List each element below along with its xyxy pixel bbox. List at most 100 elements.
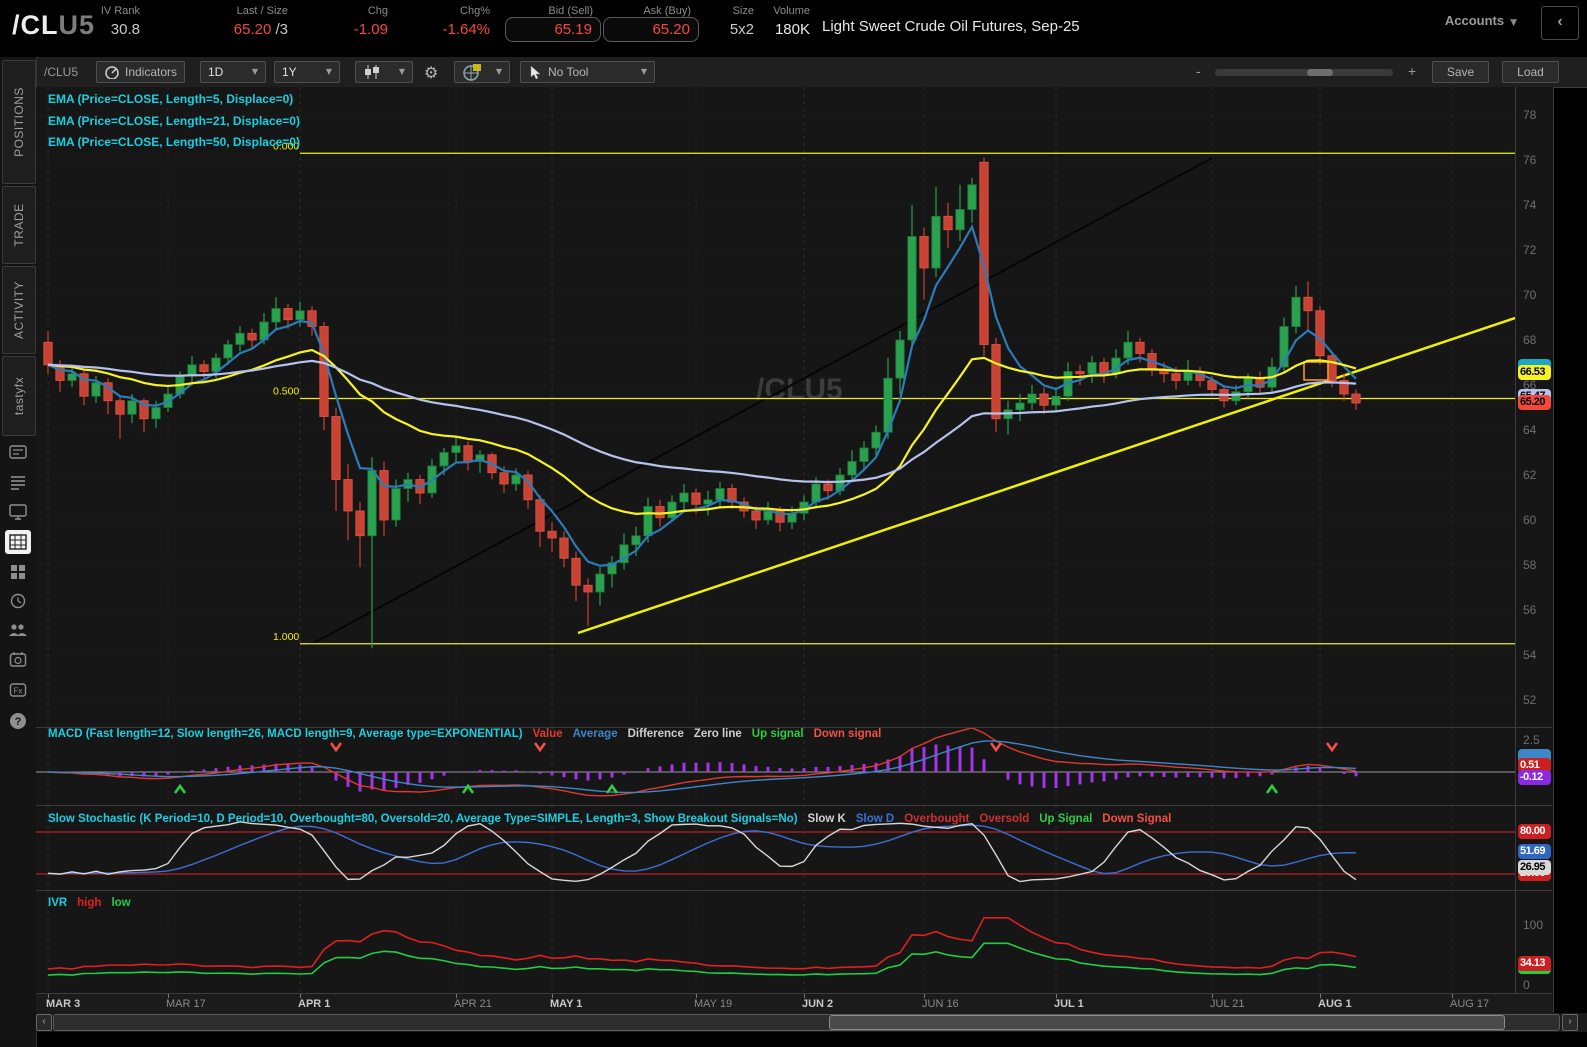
date-label: AUG 1 [1318,998,1352,1010]
chevron-down-icon: ▼ [398,67,405,76]
legend-item: Difference [627,728,684,740]
price-axis: 78767472706866646260585654522.5802010006… [1515,87,1554,1013]
save-button[interactable]: Save [1432,61,1489,83]
apps-grid-icon[interactable] [5,560,31,584]
timeframe-dropdown[interactable]: 1D ▼ [200,61,266,83]
history-clock-icon[interactable] [5,589,31,613]
macd-average-line [47,740,1357,794]
scroll-left-arrow[interactable]: ‹ [36,1014,52,1031]
field-last-size: Last / Size 65.20 /3 [233,5,288,38]
ivr-study-label[interactable]: IVR high low [48,897,151,909]
ask-button[interactable]: 65.20 [603,17,699,42]
calendar-clock-icon[interactable] [5,647,31,671]
cursor-icon [530,64,541,79]
indicators-button[interactable]: Indicators [96,61,186,83]
ema50-label[interactable]: EMA (Price=CLOSE, Length=50, Displace=0) [48,132,300,154]
field-ask: Ask (Buy) 65.20 [603,0,699,57]
field-volume: Volume 180K [773,5,810,38]
scrollbar-track[interactable] [53,1014,1560,1031]
field-chg: Chg -1.09 [353,5,388,38]
tab-trade[interactable]: TRADE [2,186,36,264]
platform-monitor-icon[interactable] [5,500,31,524]
chart-toolbar: /CLU5 Indicators 1D ▼ 1Y ▼ ▼ ⚙ ▼ No Tool ▼ … [36,57,1587,88]
tab-activity[interactable]: ACTIVITY [2,266,36,354]
macd-study-label[interactable]: MACD (Fast length=12, Slow length=26, MA… [48,728,901,740]
quote-card-icon[interactable] [5,440,31,464]
legend-item: high [77,897,102,909]
legend-item: Value [532,728,563,740]
legend-item: Up Signal [1039,813,1093,825]
scrollbar-handle[interactable] [829,1015,1505,1030]
ema-study-labels[interactable]: EMA (Price=CLOSE, Length=5, Displace=0) … [48,89,300,154]
legend-item: low [111,897,131,909]
yellow-trendline [577,316,1515,635]
up-signal-arrow [173,783,187,794]
zoom-slider[interactable] [1215,69,1393,76]
stochastic-study-label[interactable]: Slow Stochastic (K Period=10, D Period=1… [48,813,1191,825]
fib-label: 0.500 [273,386,299,398]
price-tick: 74 [1523,198,1537,212]
instrument-description: Light Sweet Crude Oil Futures, Sep-25 [822,18,1080,35]
legend-item: Zero line [693,728,742,740]
ema50-line [47,359,1357,484]
price-tick: 58 [1523,558,1537,572]
chevron-down-icon: ▼ [495,67,502,76]
price-chart[interactable]: /CLU5 0.000 0.500 1.000 [36,87,1515,727]
tool-dropdown[interactable]: No Tool ▼ [520,61,655,83]
price-tick: 64 [1523,423,1537,437]
price-tick: 76 [1523,153,1537,167]
tab-positions[interactable]: POSITIONS [2,60,36,184]
fx-box-icon[interactable]: Fx [5,678,31,702]
help-icon[interactable]: ? [5,709,31,733]
quote-header: /CLU5 IV Rank 30.8 Last / Size 65.20 /3 … [0,0,1587,57]
ema5-line [47,223,1357,567]
value-tag: 65.20 [1518,395,1551,410]
ema5-label[interactable]: EMA (Price=CLOSE, Length=5, Displace=0) [48,89,300,111]
svg-text:?: ? [15,716,22,728]
chart-type-dropdown[interactable]: ▼ [355,61,413,83]
date-label: AUG 17 [1450,998,1490,1010]
zoom-out-button[interactable]: - [1196,63,1201,79]
price-tick: 62 [1523,468,1537,482]
up-signal-arrow [1265,783,1279,794]
chevron-down-icon: ▼ [640,67,647,76]
zoom-slider-handle[interactable] [1307,69,1333,76]
collapse-panel-button[interactable]: ‹ [1541,6,1579,40]
date-label: JUN 2 [802,998,834,1010]
field-iv-rank: IV Rank 30.8 [100,5,140,38]
ema21-label[interactable]: EMA (Price=CLOSE, Length=21, Displace=0) [48,111,300,133]
left-sidebar: POSITIONS TRADE ACTIVITY tastyfx Fx ? [0,57,37,1047]
chevron-down-icon: ▼ [251,67,258,76]
price-tick: 72 [1523,243,1537,257]
ivr-panel[interactable] [36,890,1515,993]
toolbar-symbol-label: /CLU5 [44,65,79,79]
legend-item: Overbought [904,813,970,825]
svg-text:Fx: Fx [14,687,23,696]
compare-dropdown[interactable]: ▼ [454,61,510,83]
date-label: MAY 1 [550,998,583,1010]
price-tick: 54 [1523,648,1537,662]
bid-button[interactable]: 65.19 [505,17,601,42]
zoom-in-button[interactable]: + [1408,63,1416,79]
social-people-icon[interactable] [5,618,31,642]
date-label: JUN 16 [922,998,959,1010]
price-tick: 60 [1523,513,1537,527]
price-tick: 78 [1523,108,1537,122]
scroll-right-arrow[interactable]: › [1562,1014,1578,1031]
date-axis: MAR 3 MAR 17 APR 1 APR 21 MAY 1 MAY 19 JUN 2 JU… [36,993,1552,1014]
ivr-high-line [47,916,1357,970]
chart-tab-icon-active[interactable] [5,530,31,554]
ema21-line [47,348,1357,515]
down-signal-arrow [1325,742,1339,753]
chevron-down-icon: ▼ [1510,18,1517,28]
chart-settings-gear-icon[interactable]: ⚙ [424,63,438,82]
accounts-dropdown[interactable]: Accounts ▼ [1445,13,1517,28]
field-chg-pct: Chg% -1.64% [442,5,490,38]
price-tick: 70 [1523,288,1537,302]
tab-tastyfx[interactable]: tastyfx [2,356,36,436]
load-button[interactable]: Load [1502,61,1559,83]
watchlist-icon[interactable] [5,470,31,494]
legend-item: Slow D [855,813,895,825]
value-tag: 26.95 [1518,860,1551,875]
range-dropdown[interactable]: 1Y ▼ [274,61,340,83]
